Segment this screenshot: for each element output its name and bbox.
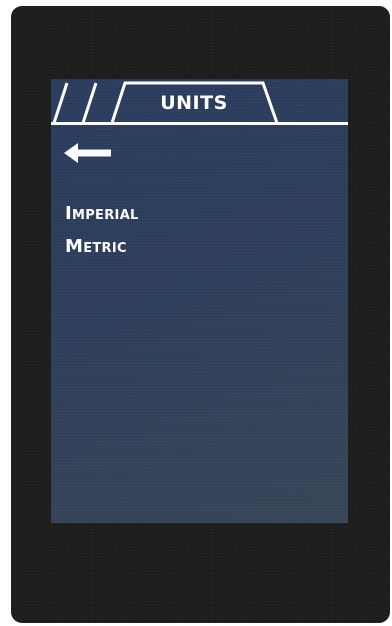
- back-button[interactable]: [64, 140, 112, 166]
- header-slash-2: [81, 82, 98, 124]
- page-title: UNITS: [160, 92, 228, 114]
- units-menu: Imperial Metric: [65, 197, 139, 263]
- menu-item-imperial[interactable]: Imperial: [65, 197, 139, 230]
- display-screen: UNITS Imperial Metric: [51, 79, 348, 523]
- left-arrow-icon: [64, 143, 111, 163]
- header-slash-1: [52, 82, 69, 124]
- menu-item-metric[interactable]: Metric: [65, 230, 139, 263]
- device-frame: UNITS Imperial Metric: [11, 6, 390, 623]
